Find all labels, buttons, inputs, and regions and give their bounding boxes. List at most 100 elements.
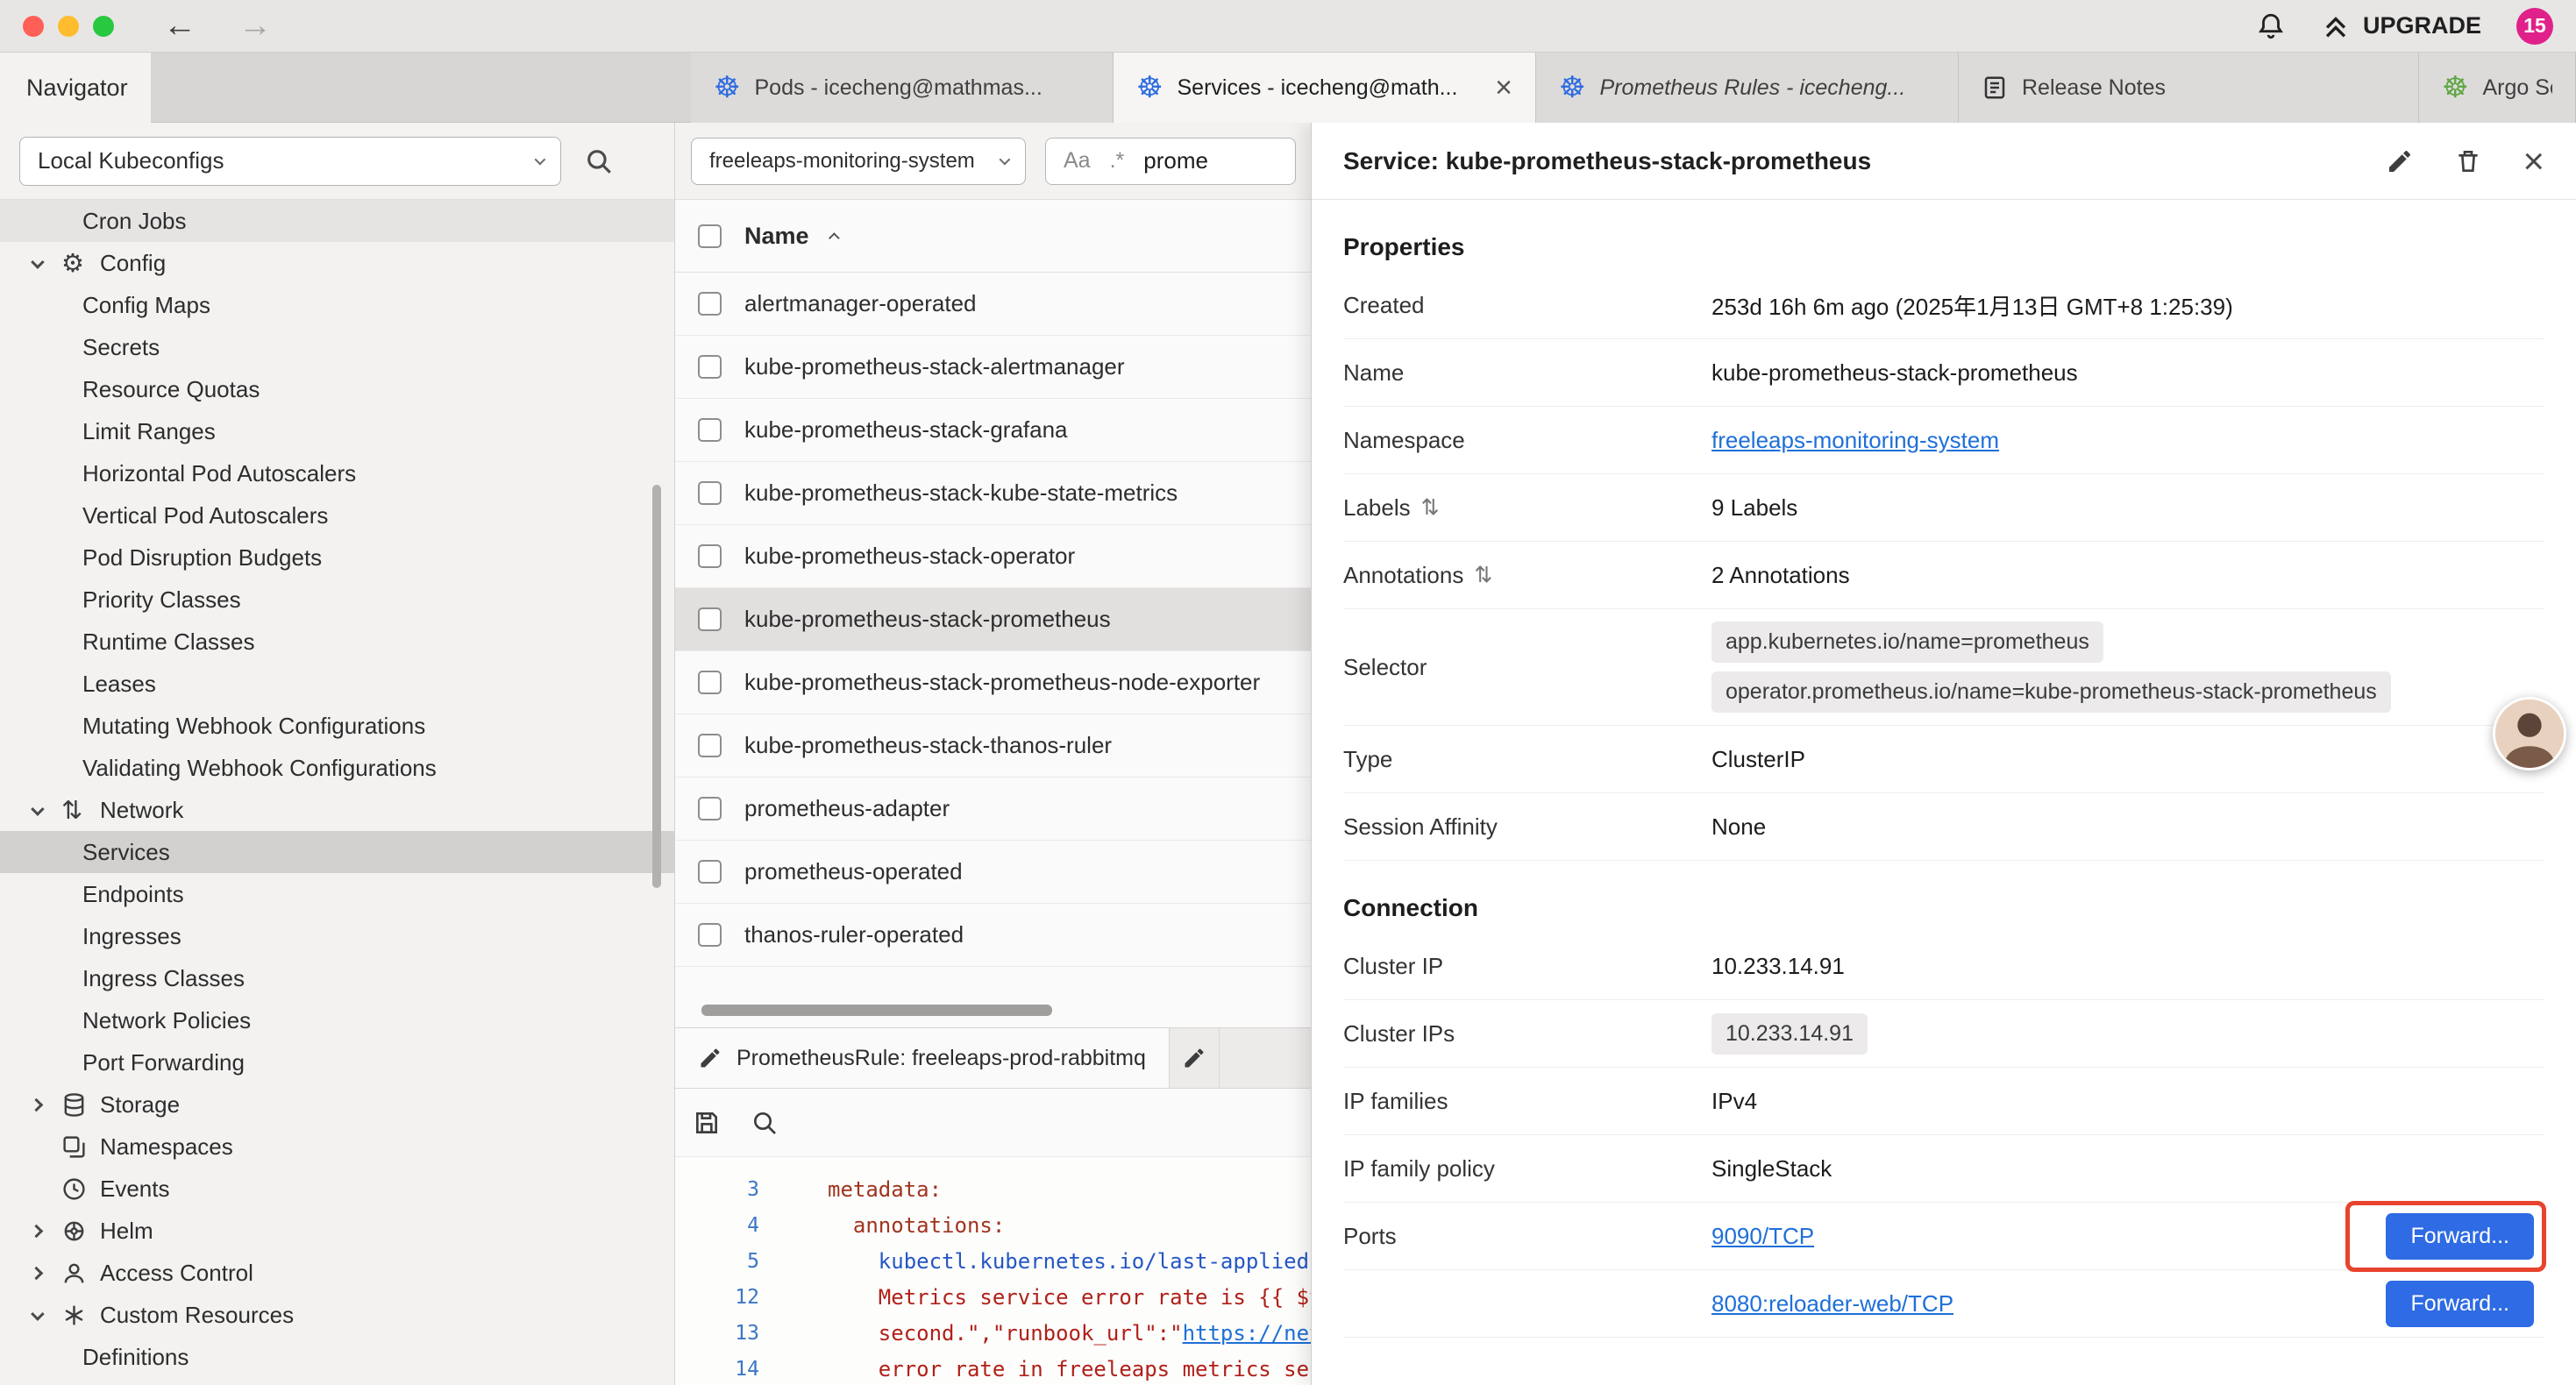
table-row[interactable]: prometheus-adapter: [675, 778, 1312, 841]
sidebar-item-network-policies[interactable]: Network Policies: [0, 999, 674, 1041]
table-row[interactable]: kube-prometheus-stack-kube-state-metrics: [675, 462, 1312, 525]
notification-count-badge[interactable]: 15: [2516, 8, 2553, 45]
sidebar-item-leases[interactable]: Leases: [0, 663, 674, 705]
window-close-button[interactable]: [23, 16, 44, 37]
row-checkbox[interactable]: [698, 671, 722, 694]
table-row[interactable]: alertmanager-operated: [675, 273, 1312, 336]
row-checkbox[interactable]: [698, 544, 722, 568]
window-maximize-button[interactable]: [93, 16, 114, 37]
notifications-bell-icon[interactable]: [2256, 11, 2286, 41]
sidebar-item-vertical-pod-autoscalers[interactable]: Vertical Pod Autoscalers: [0, 494, 674, 536]
support-avatar[interactable]: [2493, 697, 2566, 771]
tab-argo-se[interactable]: ☸Argo Se...: [2419, 53, 2576, 123]
upgrade-button[interactable]: UPGRADE: [2321, 11, 2481, 41]
navigator-panel-tab[interactable]: Navigator: [0, 53, 151, 123]
sidebar-item-config-maps[interactable]: Config Maps: [0, 284, 674, 326]
sort-updown-icon[interactable]: ⇅: [1474, 562, 1492, 588]
sidebar-item-definitions[interactable]: Definitions: [0, 1336, 674, 1378]
editor-tab-prometheusrule[interactable]: PrometheusRule: freeleaps-prod-rabbitmq: [675, 1028, 1170, 1088]
name-column-header[interactable]: Name: [744, 223, 809, 250]
sidebar-item-priority-classes[interactable]: Priority Classes: [0, 579, 674, 621]
sidebar-item-limit-ranges[interactable]: Limit Ranges: [0, 410, 674, 452]
chevron-down-icon[interactable]: [32, 259, 61, 268]
chevron-down-icon[interactable]: [32, 1310, 61, 1320]
sort-ascending-icon[interactable]: [829, 232, 840, 244]
table-search-input[interactable]: Aa .* prome: [1045, 138, 1296, 185]
tab-services-icecheng-math[interactable]: ☸Services - icecheng@math...×: [1114, 53, 1536, 123]
property-value[interactable]: freeleaps-monitoring-system: [1711, 427, 1999, 454]
edit-icon[interactable]: [2386, 147, 2414, 175]
select-all-checkbox[interactable]: [698, 224, 722, 248]
sidebar-item-resource-quotas[interactable]: Resource Quotas: [0, 368, 674, 410]
sidebar-item-runtime-classes[interactable]: Runtime Classes: [0, 621, 674, 663]
row-checkbox[interactable]: [698, 860, 722, 884]
row-checkbox[interactable]: [698, 355, 722, 379]
row-checkbox[interactable]: [698, 923, 722, 947]
sidebar-item-namespaces[interactable]: Namespaces: [0, 1126, 674, 1168]
sidebar-item-label: Services: [82, 839, 170, 866]
sidebar-item-secrets[interactable]: Secrets: [0, 326, 674, 368]
sidebar-item-custom-resources[interactable]: Custom Resources: [0, 1294, 674, 1336]
forward-button[interactable]: Forward...: [2386, 1281, 2534, 1327]
chevron-right-icon[interactable]: [32, 1268, 61, 1278]
sort-updown-icon[interactable]: ⇅: [1421, 494, 1440, 521]
port-link[interactable]: 8080:reloader-web/TCP: [1711, 1290, 1953, 1318]
table-row[interactable]: thanos-ruler-operated: [675, 904, 1312, 967]
row-checkbox[interactable]: [698, 607, 722, 631]
row-checkbox[interactable]: [698, 292, 722, 316]
tab-pods-icecheng-mathmas[interactable]: ☸Pods - icecheng@mathmas...: [691, 53, 1114, 123]
back-arrow-icon[interactable]: ←: [163, 7, 196, 45]
sidebar-item-storage[interactable]: Storage: [0, 1083, 674, 1126]
regex-icon[interactable]: .*: [1110, 148, 1125, 174]
table-row[interactable]: kube-prometheus-stack-operator: [675, 525, 1312, 588]
sidebar-item-services[interactable]: Services: [0, 831, 674, 873]
chevron-right-icon[interactable]: [32, 1100, 61, 1110]
row-checkbox[interactable]: [698, 734, 722, 757]
chevron-right-icon[interactable]: [32, 1226, 61, 1236]
sidebar-item-network[interactable]: ⇅Network: [0, 789, 674, 831]
sidebar-item-access-control[interactable]: Access Control: [0, 1252, 674, 1294]
editor-tab-partial[interactable]: [1170, 1028, 1220, 1088]
sidebar-item-horizontal-pod-autoscalers[interactable]: Horizontal Pod Autoscalers: [0, 452, 674, 494]
sidebar-item-cron-jobs[interactable]: Cron Jobs: [0, 200, 674, 242]
sidebar-item-validating-webhook-configurations[interactable]: Validating Webhook Configurations: [0, 747, 674, 789]
sidebar-search-icon[interactable]: [584, 146, 614, 176]
sidebar-item-ingress-classes[interactable]: Ingress Classes: [0, 957, 674, 999]
table-horizontal-scrollbar[interactable]: [701, 1005, 1052, 1016]
table-row[interactable]: kube-prometheus-stack-alertmanager: [675, 336, 1312, 399]
sidebar-item-helm[interactable]: Helm: [0, 1210, 674, 1252]
sidebar-item-mutating-webhook-configurations[interactable]: Mutating Webhook Configurations: [0, 705, 674, 747]
window-minimize-button[interactable]: [58, 16, 79, 37]
sidebar-item-config[interactable]: ⚙Config: [0, 242, 674, 284]
match-case-icon[interactable]: Aa: [1064, 148, 1091, 174]
sidebar-item-endpoints[interactable]: Endpoints: [0, 873, 674, 915]
delete-icon[interactable]: [2454, 147, 2482, 175]
sidebar-item-events[interactable]: Events: [0, 1168, 674, 1210]
row-checkbox[interactable]: [698, 797, 722, 820]
table-row[interactable]: kube-prometheus-stack-thanos-ruler: [675, 714, 1312, 778]
table-row[interactable]: prometheus-operated: [675, 841, 1312, 904]
forward-button[interactable]: Forward...: [2386, 1213, 2534, 1260]
namespace-selector[interactable]: freeleaps-monitoring-system: [691, 138, 1026, 185]
port-link[interactable]: 9090/TCP: [1711, 1223, 1814, 1250]
tab-release-notes[interactable]: Release Notes: [1959, 53, 2419, 123]
table-row[interactable]: kube-prometheus-stack-grafana: [675, 399, 1312, 462]
forward-arrow-icon[interactable]: →: [238, 7, 272, 45]
chevron-down-icon[interactable]: [32, 806, 61, 815]
row-checkbox[interactable]: [698, 418, 722, 442]
sidebar-scrollbar[interactable]: [652, 485, 661, 888]
chips-list: 10.233.14.91: [1711, 1001, 1868, 1067]
save-icon[interactable]: [693, 1109, 721, 1137]
yaml-editor[interactable]: 3metadata:4 annotations:5 kubectl.kubern…: [675, 1157, 1312, 1385]
tab-prometheus-rules-icecheng[interactable]: ☸Prometheus Rules - icecheng...: [1536, 53, 1959, 123]
sidebar-item-ingresses[interactable]: Ingresses: [0, 915, 674, 957]
close-icon[interactable]: ×: [2523, 143, 2544, 180]
editor-search-icon[interactable]: [751, 1109, 779, 1137]
sidebar-item-port-forwarding[interactable]: Port Forwarding: [0, 1041, 674, 1083]
kubeconfig-selector[interactable]: Local Kubeconfigs: [19, 137, 561, 186]
sidebar-item-pod-disruption-budgets[interactable]: Pod Disruption Budgets: [0, 536, 674, 579]
row-checkbox[interactable]: [698, 481, 722, 505]
close-tab-icon[interactable]: ×: [1495, 71, 1512, 105]
table-row[interactable]: kube-prometheus-stack-prometheus-node-ex…: [675, 651, 1312, 714]
table-row[interactable]: kube-prometheus-stack-prometheus: [675, 588, 1312, 651]
